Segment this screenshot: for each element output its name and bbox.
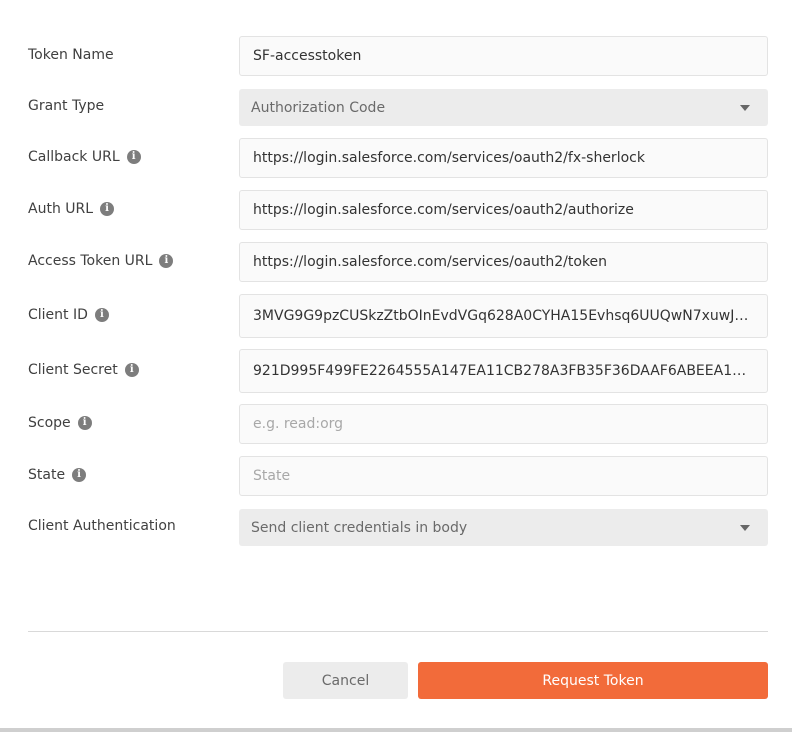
access-token-url-value: https://login.salesforce.com/services/oa… [253, 254, 608, 270]
info-icon[interactable]: i [100, 202, 115, 216]
client-authentication-selected: Send client credentials in body [251, 519, 468, 536]
callback-url-label-text: Callback URL [28, 149, 120, 165]
auth-url-input[interactable]: https://login.salesforce.com/services/oa… [239, 190, 768, 230]
client-id-label-text: Client ID [28, 307, 88, 323]
chevron-down-icon [740, 104, 750, 111]
access-token-url-input[interactable]: https://login.salesforce.com/services/oa… [239, 242, 768, 282]
callback-url-label: Callback URL i [28, 149, 141, 165]
client-id-input[interactable]: 3MVG9G9pzCUSkzZtbOInEvdVGq628A0CYHA15Evh… [239, 294, 768, 338]
client-id-label: Client ID i [28, 307, 109, 323]
client-secret-label-text: Client Secret [28, 362, 118, 378]
scope-label-text: Scope [28, 415, 71, 431]
token-name-label-text: Token Name [28, 47, 114, 63]
grant-type-label-text: Grant Type [28, 98, 105, 114]
info-icon[interactable]: i [94, 308, 109, 322]
info-icon[interactable]: i [126, 150, 141, 164]
callback-url-value: https://login.salesforce.com/services/oa… [253, 150, 645, 166]
info-icon[interactable]: i [159, 254, 174, 268]
grant-type-label: Grant Type [28, 98, 104, 114]
scope-label: Scope i [28, 415, 92, 431]
auth-url-label-text: Auth URL [28, 201, 94, 217]
background-window-edge [0, 728, 792, 732]
state-label-text: State [28, 467, 66, 483]
token-name-value: SF-accesstoken [253, 48, 362, 64]
state-input[interactable]: State [239, 456, 768, 496]
auth-url-value: https://login.salesforce.com/services/oa… [253, 202, 634, 218]
access-token-url-label-text: Access Token URL [28, 253, 153, 269]
client-secret-label: Client Secret i [28, 362, 139, 378]
grant-type-select[interactable]: Authorization Code [239, 89, 768, 126]
client-authentication-select[interactable]: Send client credentials in body [239, 509, 768, 546]
state-label: State i [28, 467, 87, 483]
info-icon[interactable]: i [72, 468, 87, 482]
token-name-label: Token Name [28, 47, 114, 63]
grant-type-selected: Authorization Code [251, 99, 386, 116]
client-authentication-label-text: Client Authentication [28, 518, 176, 534]
token-name-input[interactable]: SF-accesstoken [239, 36, 768, 76]
scope-input[interactable]: e.g. read:org [239, 404, 768, 444]
access-token-url-label: Access Token URL i [28, 253, 174, 269]
callback-url-input[interactable]: https://login.salesforce.com/services/oa… [239, 138, 768, 178]
footer-divider [28, 631, 768, 632]
info-icon[interactable]: i [124, 363, 139, 377]
get-new-access-token-dialog: Token Name SF-accesstoken Grant Type Aut… [0, 0, 792, 728]
client-authentication-label: Client Authentication [28, 518, 176, 534]
state-placeholder: State [253, 468, 291, 484]
client-secret-input[interactable]: 921D995F499FE2264555A147EA11CB278A3FB35F… [239, 349, 768, 393]
chevron-down-icon [740, 524, 750, 531]
scope-placeholder: e.g. read:org [253, 416, 344, 432]
auth-url-label: Auth URL i [28, 201, 115, 217]
request-token-button[interactable]: Request Token [418, 662, 768, 699]
cancel-button[interactable]: Cancel [283, 662, 408, 699]
client-id-value: 3MVG9G9pzCUSkzZtbOInEvdVGq628A0CYHA15Evh… [253, 308, 754, 324]
client-secret-value: 921D995F499FE2264555A147EA11CB278A3FB35F… [253, 363, 754, 379]
info-icon[interactable]: i [77, 416, 92, 430]
